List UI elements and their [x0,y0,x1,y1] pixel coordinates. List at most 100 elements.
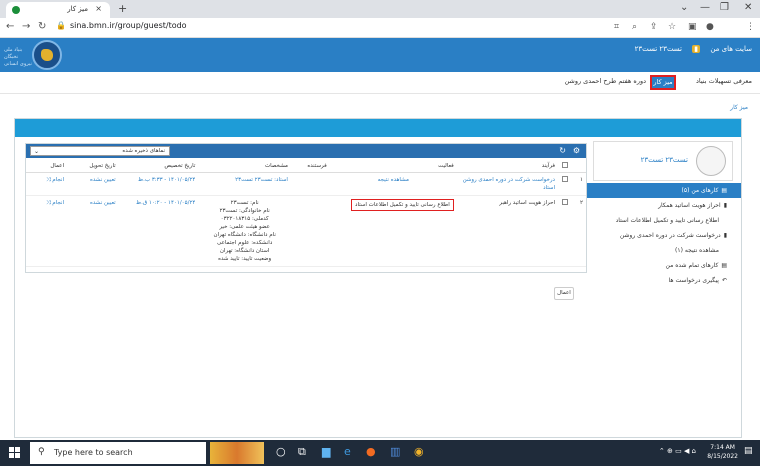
row-due-date: تعیین نشده [66,195,119,267]
taskbar-clock[interactable]: 7:14 AM 8/15/2022 [707,443,738,461]
sidemenu-view-result[interactable]: مشاهده نتیجه (۱) [583,243,733,258]
detail-line: نام دانشگاه: دانشگاه تهران [213,232,276,238]
profile-card: تست۲۳ تست۲۳ [593,141,733,181]
system-tray[interactable]: ⌃ ⊕ ▭ ◀︎ ⌂ [659,447,696,455]
column-due-date[interactable]: تاریخ تحویل [66,160,119,173]
bookmark-star-icon[interactable]: ☆ [668,22,676,32]
reload-icon[interactable]: ↻ [38,21,46,32]
menu-course-7[interactable]: دوره هفتم طرح احمدی روشن [564,77,646,85]
select-all-checkbox[interactable] [561,162,568,168]
sidemenu-finished-tasks[interactable]: ▤کارهای تمام شده من [583,258,733,273]
sidebar-icon[interactable]: ▣ [688,22,697,32]
sidemenu-label: درخواست شرکت در دوره احمدی روشن [619,232,721,239]
row-checkbox[interactable] [561,176,568,182]
cortana-icon[interactable]: ○ [276,445,286,458]
row-do-action[interactable]: انجام ⤨ [26,195,67,267]
sidemenu-label: اطلاع رسانی تایید و تکمیل اطلاعات استاد [615,217,719,224]
sidemenu-label: مشاهده نتیجه (۱) [675,247,719,254]
url-field[interactable]: 🔒 sina.bmn.ir/group/guest/todo [56,21,187,30]
column-sender[interactable]: فرستنده [290,160,330,173]
chrome-icon[interactable]: ◉ [414,445,424,458]
back-icon[interactable]: ← [6,21,14,32]
gear-icon[interactable]: ⚙ [573,146,580,155]
lock-icon: 🔒 [56,21,66,30]
share-icon[interactable]: ⇪ [650,22,658,32]
menu-workdesk[interactable]: میز کار [650,75,676,90]
row-activity[interactable]: مشاهده نتیجه [329,172,457,196]
firefox-icon[interactable]: ● [366,445,376,458]
restore-window-button[interactable]: ❐ [720,2,729,13]
column-activity[interactable]: فعالیت [329,160,457,173]
sidemenu-identity-verification[interactable]: ▮احراز هویت اساتید همکار [583,198,733,213]
windows-taskbar: ⚲ Type here to search ○ ⧉ ▆ e ● ▥ ◉ ⌃ ⊕ … [0,440,760,466]
user-bar: سایت های من ▮ تست۲۳ تست۲۳ [627,45,752,53]
table-row: ۲ احراز هویت اساتید راهبر اطلاع رسانی تا… [26,195,586,267]
detail-line: نام: تست۲۳ [230,200,259,206]
close-window-button[interactable]: ✕ [744,2,752,13]
row-select [558,195,571,267]
task-side-menu: ▤کارهای من (۵) ▮احراز هویت اساتید همکار … [577,183,741,288]
search-icon: ⚲ [38,447,45,457]
translate-icon[interactable]: ⌗ [614,22,619,32]
clock-time: 7:14 AM [710,444,735,451]
sidemenu-label: احراز هویت اساتید همکار [658,202,721,209]
apply-button[interactable]: اعمال [554,287,574,300]
row-assigned-date: ۱۴۰۱/۰۵/۲۴ - ۱۰:۲۰ ق.ظ [118,195,199,267]
sidemenu-info-notification[interactable]: اطلاع رسانی تایید و تکمیل اطلاعات استاد [583,213,733,228]
browser-tab[interactable]: میز کار × [6,2,110,18]
row-select [558,172,571,196]
task-view-icon[interactable]: ⧉ [298,445,306,459]
url-text: sina.bmn.ir/group/guest/todo [69,21,187,30]
row-details: نام: تست۲۳ نام خانوادگی: تست۲۳ کدملی: ۰۳… [198,195,291,267]
minimize-window-button[interactable]: — [700,2,710,13]
inbox-icon: ▤ [721,262,727,269]
workdesk-panel: تست۲۳ تست۲۳ ▤کارهای من (۵) ▮احراز هویت ا… [14,118,742,438]
user-name-link[interactable]: تست۲۳ تست۲۳ [635,45,682,53]
breadcrumb[interactable]: میز کار [730,104,748,111]
new-tab-button[interactable]: + [118,2,127,15]
row-number: ۲ [570,195,586,267]
sidemenu-track-requests[interactable]: ↶پیگیری درخواست ها [583,273,733,288]
detail-line: عضو هیئت علمی: خیر [219,224,270,230]
edge-icon[interactable]: e [344,445,351,458]
sidemenu-course-request[interactable]: ▮درخواست شرکت در دوره احمدی روشن [583,228,733,243]
refresh-icon[interactable]: ↻ [559,146,566,155]
row-number: ۱ [570,172,586,196]
search-highlight-image[interactable] [210,442,264,464]
file-explorer-icon[interactable]: ▆ [322,445,330,458]
column-assigned-date[interactable]: تاریخ تخصیص [118,160,199,173]
menu-facilities[interactable]: معرفی تسهیلات بنیاد [696,77,752,85]
detail-line: نام خانوادگی: تست۲۳ [219,208,270,214]
row-checkbox[interactable] [561,199,568,205]
forward-icon[interactable]: → [22,21,30,32]
notifications-icon[interactable]: ▮ [692,45,701,53]
sidemenu-label: پیگیری درخواست ها [668,277,719,284]
zoom-icon[interactable]: ⌕ [632,22,637,32]
sidemenu-my-tasks[interactable]: ▤کارهای من (۵) [577,183,741,198]
more-menu-icon[interactable]: ⋮ [746,22,755,32]
browser-tab-bar: میز کار × + ⌄ — ❐ ✕ [0,0,760,18]
profile-icon[interactable]: ● [706,22,714,32]
profile-name: تست۲۳ تست۲۳ [640,156,688,164]
tab-search-icon[interactable]: ⌄ [680,2,688,13]
detail-line: کدملی: ۰۳۲۲۰۱۸۳۱۵ [220,216,269,222]
detail-line: استان دانشگاه: تهران [219,248,270,254]
column-details[interactable]: مشخصات [198,160,291,173]
row-process[interactable]: احراز هویت اساتید راهبر [456,195,559,267]
my-sites-link[interactable]: سایت های من [710,45,752,53]
row-assigned-date: ۱۴۰۱/۰۵/۲۴ - ۳:۳۳ ب.ظ [118,172,199,196]
notification-center-icon[interactable]: ▤ [744,446,753,456]
row-sender [290,195,330,267]
row-process[interactable]: درخواست شرکت در دوره احمدی روشن استاد [456,172,559,196]
column-process[interactable]: فرآیند [456,160,559,173]
site-logo[interactable] [32,40,62,70]
taskbar-search-box[interactable]: ⚲ Type here to search [30,442,206,464]
store-icon[interactable]: ▥ [390,445,400,458]
close-tab-icon[interactable]: × [95,4,102,13]
site-name: بنیاد ملی نخبگان نیروی انسانی [4,47,32,68]
row-sender [290,172,330,196]
row-activity[interactable]: اطلاع رسانی تایید و تکمیل اطلاعات استاد [351,199,454,211]
saved-views-dropdown[interactable]: ⌄ نماهای ذخیره شده [30,146,170,156]
windows-start-icon[interactable] [9,447,21,459]
row-do-action[interactable]: انجام ⤨ [26,172,67,196]
